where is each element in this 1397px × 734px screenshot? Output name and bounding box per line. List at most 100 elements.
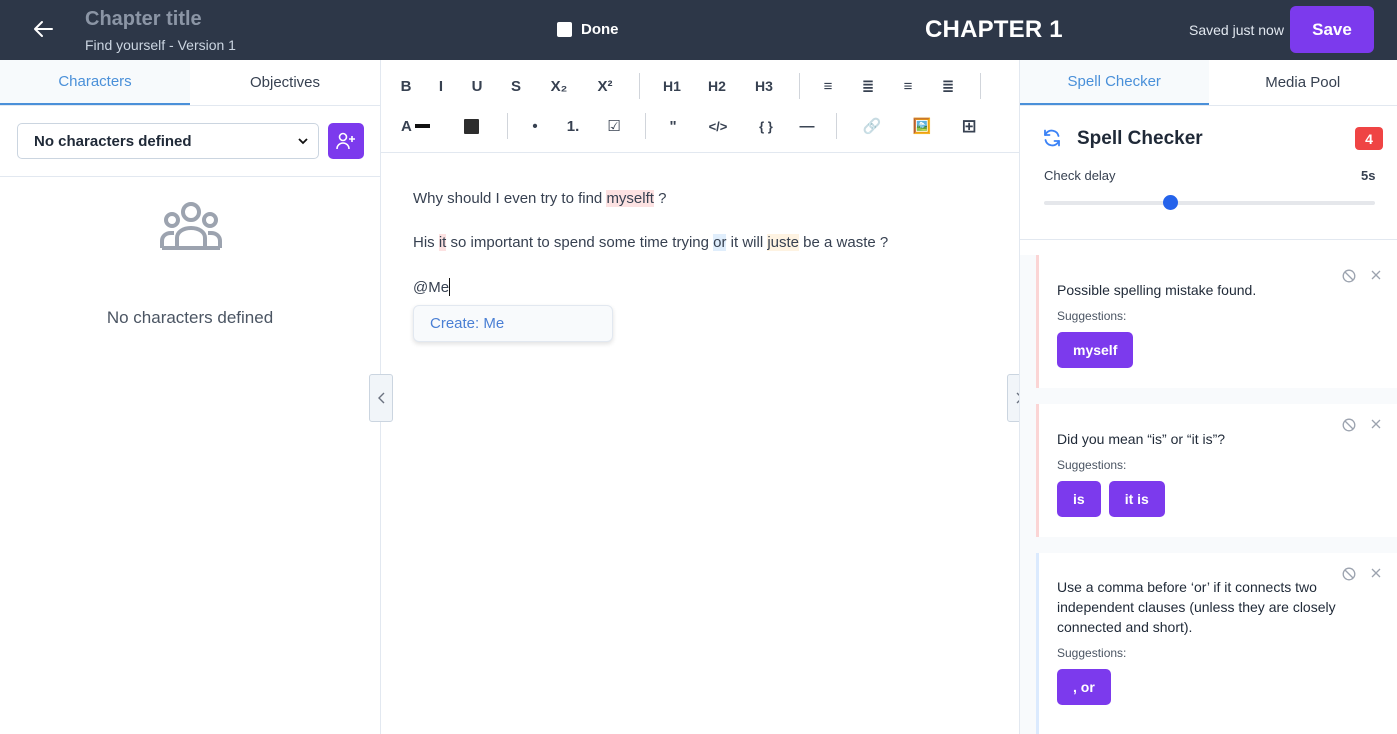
suggestion-buttons: , or [1057,669,1111,705]
text-caret [449,278,451,296]
save-button[interactable]: Save [1290,6,1374,53]
issue-count-badge: 4 [1355,127,1383,150]
characters-panel: Characters Objectives No characters defi… [0,60,381,734]
highlight-swatch [463,118,479,134]
suggestion-button[interactable]: myself [1057,332,1134,368]
paragraph: Why should I even try to find myselft ? [413,190,666,207]
text-run: so important to spend some time trying [446,234,714,251]
suggestion-button[interactable]: is [1057,481,1101,517]
separator [507,113,508,139]
checkbox-box[interactable] [557,22,572,37]
bullet-list-button[interactable]: • [528,113,542,139]
spelling-error[interactable]: myselft [606,190,654,207]
paragraph: @Me [413,278,451,296]
spelling-warning[interactable]: juste [767,234,800,251]
heading1-button[interactable]: H1 [659,73,685,99]
separator [645,113,646,139]
suggestion-buttons: is it is [1057,481,1165,517]
tab-spell-checker[interactable]: Spell Checker [1020,60,1209,105]
blockquote-button[interactable]: " [665,113,681,139]
editor-toolbar: B I U S X₂ X² H1 H2 H3 ≡ ≣ ≡ ≣ A • 1. ☑ … [381,60,1019,153]
chapter-title-input[interactable]: Chapter title [85,8,236,31]
text-run: His [413,234,439,251]
check-delay-slider[interactable] [1044,195,1375,210]
mention-text: @Me [413,279,450,296]
slider-thumb[interactable] [1162,195,1178,210]
link-icon[interactable]: 🔗 [861,113,883,139]
suggestion-card: Did you mean “is” or “it is”? Suggestion… [1036,404,1397,537]
ordered-list-button[interactable]: 1. [564,113,582,139]
right-panel: Spell Checker Media Pool Spell Checker 4… [1019,60,1397,734]
user-plus-icon [336,132,355,150]
chevron-down-icon [298,137,308,144]
superscript-button[interactable]: X² [593,73,617,99]
separator [639,73,640,99]
left-tabs: Characters Objectives [0,60,380,106]
character-select-row: No characters defined [17,123,364,159]
check-delay-label: Check delay [1044,168,1116,183]
code-block-button[interactable]: { } [754,113,778,139]
subscript-button[interactable]: X₂ [547,73,571,99]
align-center-button[interactable]: ≣ [859,73,877,99]
bold-button[interactable]: B [398,73,414,99]
suggestion-button[interactable]: , or [1057,669,1111,705]
italic-button[interactable]: I [435,73,447,99]
tab-media-pool[interactable]: Media Pool [1209,60,1397,105]
suggestions-label: Suggestions: [1057,458,1127,472]
back-button[interactable] [28,14,58,44]
text-run: be a waste ? [799,234,889,251]
suggestion-card: Use a comma before ‘or’ if it connects t… [1036,553,1397,734]
separator [799,73,800,99]
code-button[interactable]: </> [704,113,732,139]
right-tabs: Spell Checker Media Pool [1020,60,1397,106]
heading3-button[interactable]: H3 [751,73,777,99]
text-run: Why should I even try to find [413,190,607,207]
suggestions-list: Possible spelling mistake found. Suggest… [1020,255,1397,734]
text-color-label: A [401,117,412,135]
paragraph: His it so important to spend some time t… [413,234,888,251]
align-left-button[interactable]: ≡ [819,73,837,99]
refresh-icon[interactable] [1042,128,1062,148]
suggestion-buttons: myself [1057,332,1134,368]
editor: B I U S X₂ X² H1 H2 H3 ≡ ≣ ≡ ≣ A • 1. ☑ … [381,60,1019,734]
suggestions-label: Suggestions: [1057,646,1127,660]
separator [836,113,837,139]
highlight-color-button[interactable] [463,113,479,139]
suggestion-button[interactable]: it is [1108,481,1165,517]
separator [980,73,981,99]
done-checkbox[interactable]: Done [557,21,619,38]
character-select[interactable]: No characters defined [17,123,319,159]
chapter-number: CHAPTER 1 [925,16,1063,43]
title-block: Chapter title Find yourself - Version 1 [85,8,236,53]
text-color-button[interactable]: A [401,113,437,139]
underline-button[interactable]: U [469,73,485,99]
suggestion-message: Did you mean “is” or “it is”? [1057,431,1226,447]
suggestions-label: Suggestions: [1057,309,1127,323]
character-select-value: No characters defined [34,132,192,150]
heading2-button[interactable]: H2 [704,73,730,99]
tab-characters[interactable]: Characters [0,60,190,105]
text-run: it will [726,234,768,251]
table-icon[interactable]: ⊞ [959,113,979,139]
top-bar: Chapter title Find yourself - Version 1 … [0,0,1397,60]
task-list-button[interactable]: ☑ [605,113,623,139]
suggestion-message: Use a comma before ‘or’ if it connects t… [1057,579,1336,635]
suggestion-message: Possible spelling mistake found. [1057,282,1257,298]
check-delay-value: 5s [1361,168,1376,183]
punctuation-hint[interactable]: or [713,234,727,251]
color-swatch [414,124,430,128]
text-run: ? [653,190,667,207]
save-status: Saved just now [1189,22,1284,38]
mention-create-option[interactable]: Create: Me [413,305,613,342]
spell-checker-title: Spell Checker [1077,128,1203,149]
arrow-left-icon [34,21,53,37]
spell-checker-header: Spell Checker 4 Check delay 5s [1020,106,1397,240]
align-justify-button[interactable]: ≣ [939,73,957,99]
horizontal-rule-button[interactable]: — [799,113,815,139]
add-character-button[interactable] [328,123,364,159]
empty-state-text: No characters defined [106,308,274,327]
align-right-button[interactable]: ≡ [899,73,917,99]
tab-objectives[interactable]: Objectives [190,60,380,105]
image-icon[interactable]: 🖼️ [911,113,933,139]
strikethrough-button[interactable]: S [508,73,524,99]
